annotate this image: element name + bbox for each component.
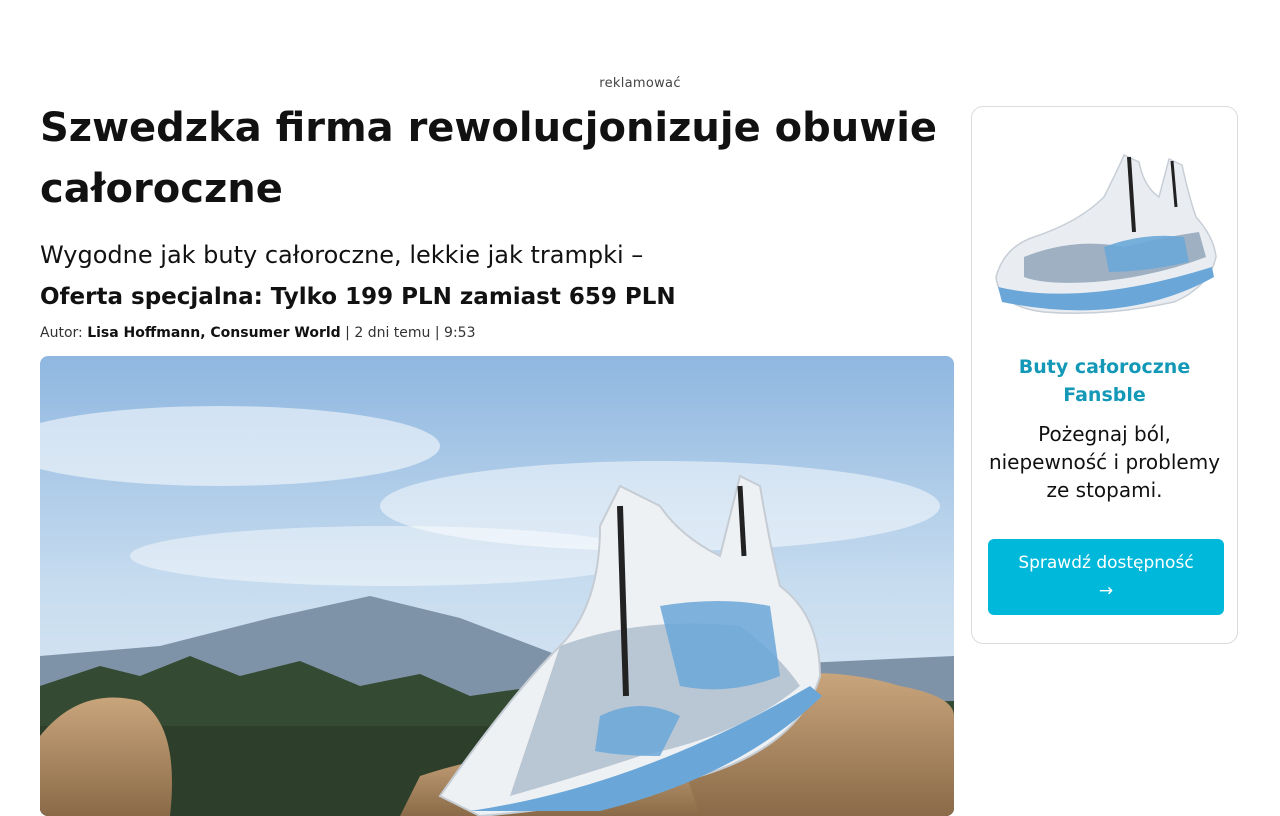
- byline-time: 9:53: [444, 325, 476, 341]
- product-description: Pożegnaj ból, niepewność i problemy ze s…: [988, 422, 1221, 502]
- product-title: Buty całoroczne Fansble: [1018, 356, 1191, 406]
- special-offer-text: Oferta specjalna: Tylko 199 PLN zamiast …: [40, 284, 676, 310]
- arrow-right-icon: →: [1098, 581, 1114, 601]
- article-subheadline: Wygodne jak buty całoroczne, lekkie jak …: [40, 241, 644, 269]
- sneaker-on-rocks-photo: [40, 356, 954, 816]
- byline-separator: |: [345, 325, 350, 341]
- byline-date: 2 dni temu: [354, 325, 431, 341]
- byline-separator: |: [434, 325, 440, 341]
- cta-label: Sprawdź dostępność: [1018, 553, 1194, 573]
- ad-label: reklamować: [599, 76, 681, 91]
- hero-image: [40, 356, 954, 816]
- article-headline: Szwedzka firma rewolucjonizuje obuwie ca…: [40, 105, 938, 212]
- article-byline: Autor: Lisa Hoffmann, Consumer World | 2…: [40, 325, 940, 341]
- check-availability-button[interactable]: Sprawdź dostępność →: [988, 539, 1224, 615]
- byline-prefix: Autor:: [40, 325, 83, 341]
- sidebar-product-card: Buty całoroczne Fansble Pożegnaj ból, ni…: [971, 106, 1238, 644]
- byline-author: Lisa Hoffmann, Consumer World: [87, 325, 341, 341]
- sneaker-product-photo: [984, 137, 1226, 337]
